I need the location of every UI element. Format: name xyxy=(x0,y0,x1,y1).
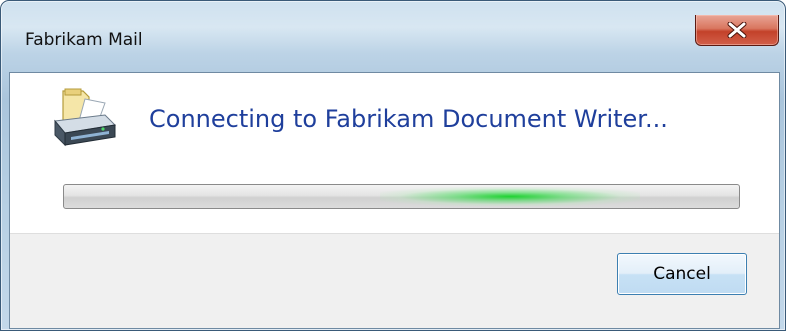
progress-marquee-glow xyxy=(380,187,640,206)
dialog-window: Fabrikam Mail Connecting to Fabrikam Doc… xyxy=(0,0,786,331)
content-area: Connecting to Fabrikam Document Writer..… xyxy=(10,73,779,233)
window-title: Fabrikam Mail xyxy=(25,30,143,50)
progress-bar xyxy=(63,184,740,209)
title-bar[interactable]: Fabrikam Mail xyxy=(1,1,785,49)
close-button[interactable] xyxy=(695,15,779,46)
printer-icon xyxy=(54,88,117,147)
button-bar: Cancel xyxy=(10,233,779,328)
dialog-client-area: Connecting to Fabrikam Document Writer..… xyxy=(9,72,780,329)
main-instruction: Connecting to Fabrikam Document Writer..… xyxy=(149,105,668,133)
close-x-icon xyxy=(727,22,747,38)
cancel-button[interactable]: Cancel xyxy=(617,253,747,295)
